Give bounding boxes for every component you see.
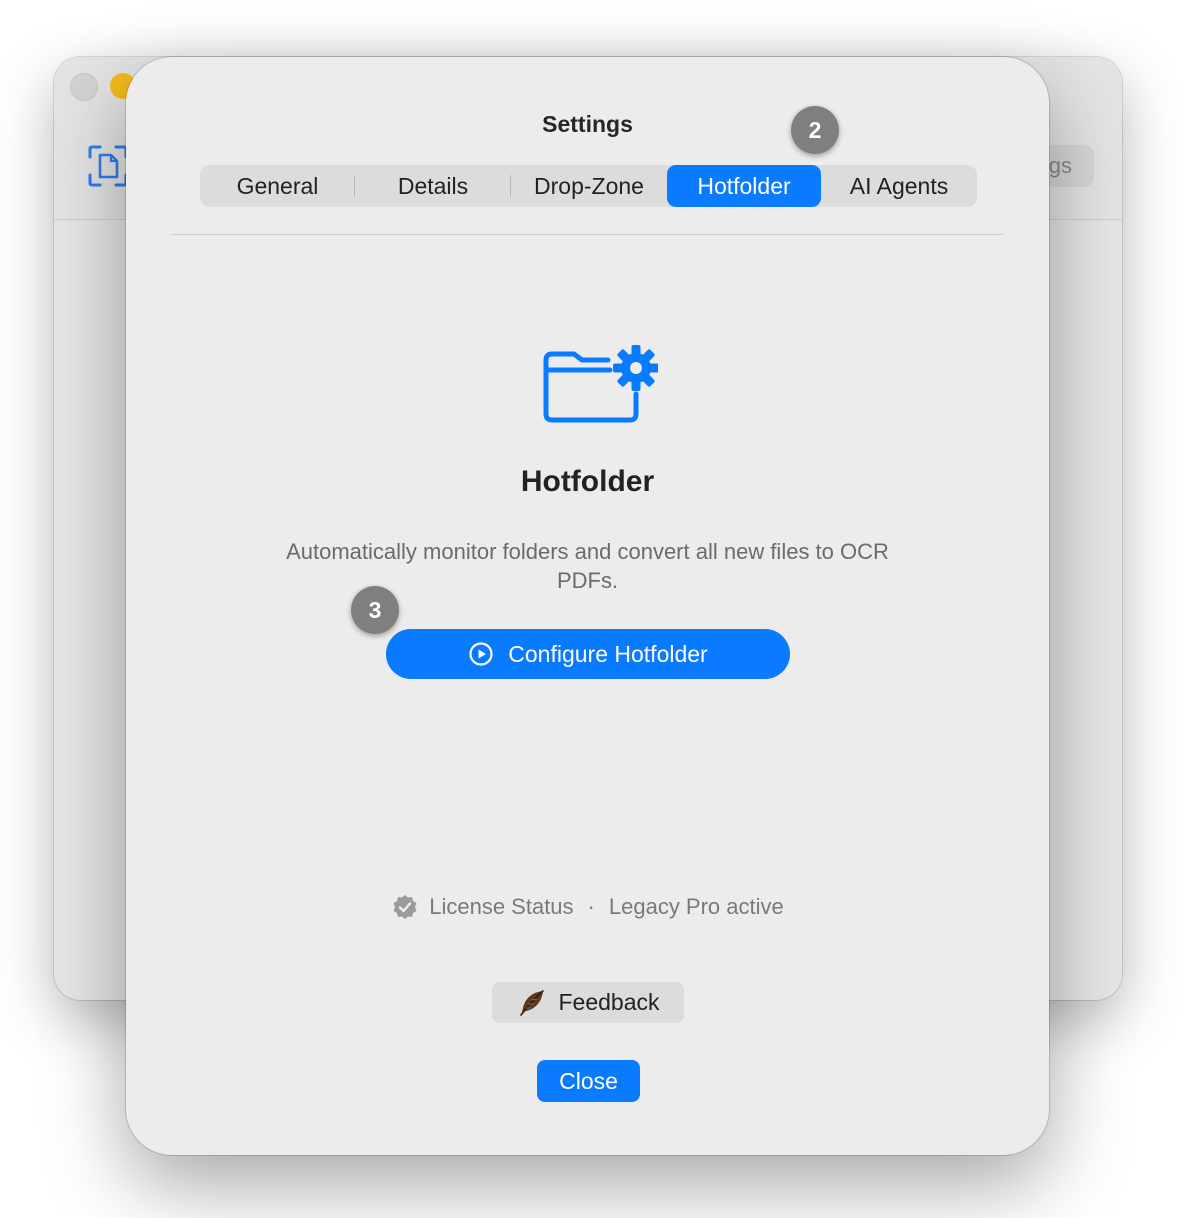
tab-ai-agents[interactable]: AI Agents (821, 165, 977, 207)
checkmark-seal-icon (393, 895, 417, 919)
tab-details[interactable]: Details (355, 165, 511, 207)
step-badge-2: 2 (791, 106, 839, 154)
window-close-light[interactable] (70, 73, 98, 101)
license-separator: · (587, 894, 595, 919)
license-status-label: License Status (429, 894, 574, 919)
license-status-value: Legacy Pro active (608, 894, 784, 919)
header-divider (171, 234, 1004, 235)
step-badge-3: 3 (351, 586, 399, 634)
tab-drop-zone[interactable]: Drop-Zone (511, 165, 667, 207)
hotfolder-title: Hotfolder (520, 465, 655, 498)
document-scan-icon[interactable] (86, 143, 130, 189)
feedback-button[interactable]: Feedback (492, 982, 684, 1023)
close-button[interactable]: Close (537, 1060, 640, 1102)
configure-hotfolder-label: Configure Hotfolder (508, 640, 708, 667)
settings-dialog: Settings General Details Drop-Zone Hotfo… (126, 57, 1049, 1155)
feather-icon (520, 989, 545, 1016)
settings-tab-bar: General Details Drop-Zone Hotfolder AI A… (200, 165, 977, 207)
license-status-row: License Status · Legacy Pro active (126, 893, 1049, 921)
folder-gear-icon (543, 345, 658, 423)
dialog-title: Settings (542, 111, 633, 137)
configure-hotfolder-button[interactable]: Configure Hotfolder (386, 629, 790, 679)
feedback-label: Feedback (558, 989, 660, 1015)
tab-general[interactable]: General (200, 165, 355, 207)
tab-hotfolder[interactable]: Hotfolder (667, 165, 821, 207)
play-circle-icon (469, 642, 493, 666)
